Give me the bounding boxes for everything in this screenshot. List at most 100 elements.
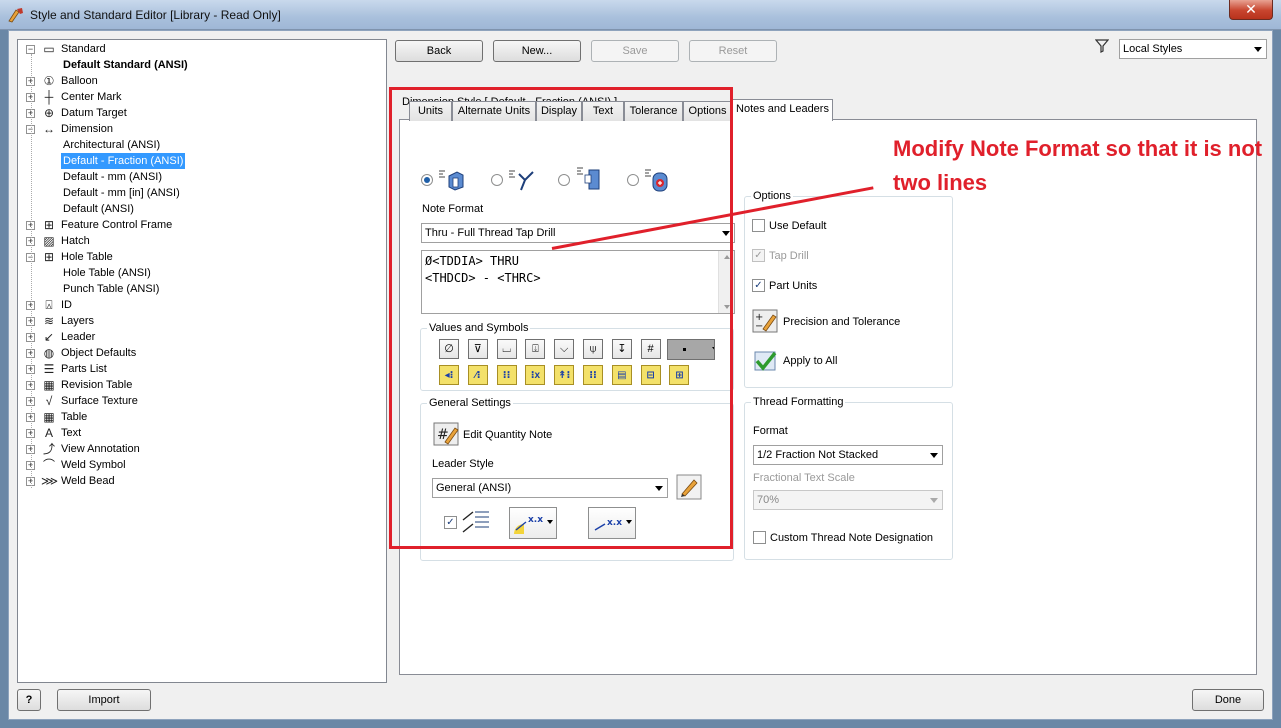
tree-item-label: Balloon — [61, 75, 98, 87]
fractional-scale-select[interactable]: 70% — [753, 490, 943, 510]
tab-notes-and-leaders[interactable]: Notes and Leaders — [732, 99, 833, 121]
tree-item-hole-table[interactable]: − ⊞ Hole Table — [18, 249, 386, 265]
tree-item-layers[interactable]: + ≋ Layers — [18, 313, 386, 329]
tree-item-label: Weld Symbol — [61, 459, 126, 471]
close-button[interactable]: ✕ — [1229, 0, 1273, 20]
text-icon: A — [44, 426, 53, 440]
new-button[interactable]: New... — [493, 40, 581, 62]
center-mark-icon: ┼ — [44, 90, 54, 104]
collapse-icon[interactable]: − — [26, 45, 35, 54]
fractional-scale-label: Fractional Text Scale — [753, 472, 855, 484]
tree-item-label: Architectural (ANSI) — [63, 139, 161, 151]
tree-item-default-standard-ansi[interactable]: Default Standard (ANSI) — [18, 57, 386, 73]
fractional-scale-value: 70% — [757, 494, 780, 506]
balloon-icon: ① — [43, 74, 55, 88]
tree-item-label: Text — [61, 427, 82, 439]
save-button[interactable]: Save — [591, 40, 679, 62]
revision-table-icon: ▦ — [43, 378, 55, 392]
surface-texture-icon: √ — [45, 394, 53, 408]
tree-item-dimension[interactable]: − ↔ Dimension — [18, 121, 386, 137]
tree-item-hatch[interactable]: + ▨ Hatch — [18, 233, 386, 249]
tree-item-center-mark[interactable]: + ┼ Center Mark — [18, 89, 386, 105]
thread-format-select[interactable]: 1/2 Fraction Not Stacked — [753, 445, 943, 465]
tree-item-parts-list[interactable]: + ☰ Parts List — [18, 361, 386, 377]
tree-item-label: Surface Texture — [61, 395, 138, 407]
tree-item-label: ID — [61, 299, 72, 311]
hatch-icon: ▨ — [43, 234, 55, 248]
tree-item-label: Datum Target — [61, 107, 127, 119]
tap-drill-checkbox[interactable] — [752, 249, 765, 262]
tree-item-view-annotation[interactable]: + ⤴ View Annotation — [18, 441, 386, 457]
feature-control-frame-icon: ⊞ — [43, 218, 55, 232]
tree-item-architectural-ansi[interactable]: Architectural (ANSI) — [18, 137, 386, 153]
object-defaults-icon: ◍ — [43, 346, 55, 360]
tree-item-weld-symbol[interactable]: + ⌒ Weld Symbol — [18, 457, 386, 473]
style-filter-select[interactable]: Local Styles — [1119, 39, 1267, 59]
tree-item-leader[interactable]: + ↙ Leader — [18, 329, 386, 345]
help-button[interactable]: ? — [17, 689, 41, 711]
svg-text:−: − — [755, 321, 763, 332]
tree-item-surface-texture[interactable]: + √ Surface Texture — [18, 393, 386, 409]
standard-icon: ▭ — [43, 42, 55, 56]
tree-item-label: Revision Table — [61, 379, 133, 391]
tree-item-text[interactable]: + A Text — [18, 425, 386, 441]
options-group: Options Use Default Tap Drill Part Units… — [744, 190, 953, 388]
tree-item-label: Punch Table (ANSI) — [63, 283, 160, 295]
tree-item-label: View Annotation — [61, 443, 140, 455]
tree-item-punch-table-ansi[interactable]: Punch Table (ANSI) — [18, 281, 386, 297]
format-label: Format — [753, 425, 788, 437]
dimension-icon: ↔ — [43, 122, 55, 136]
tree-item-default-ansi[interactable]: Default (ANSI) — [18, 201, 386, 217]
tree-item-object-defaults[interactable]: + ◍ Object Defaults — [18, 345, 386, 361]
part-units-checkbox[interactable] — [752, 279, 765, 292]
apply-to-all-label[interactable]: Apply to All — [783, 355, 837, 367]
tree-item-default-mm-in-ansi[interactable]: Default - mm [in] (ANSI) — [18, 185, 386, 201]
tree-item-id[interactable]: + ⍓ ID — [18, 297, 386, 313]
precision-tolerance-label[interactable]: Precision and Tolerance — [783, 316, 900, 328]
tree-item-label: Standard — [61, 43, 106, 55]
tree-connector-line — [31, 54, 32, 488]
tree-item-label: Hole Table (ANSI) — [63, 267, 151, 279]
use-default-checkbox[interactable] — [752, 219, 765, 232]
tree-item-label: Leader — [61, 331, 96, 343]
tree-item-standard[interactable]: − ▭ Standard — [18, 41, 386, 57]
thread-formatting-group: Thread Formatting Format 1/2 Fraction No… — [744, 396, 953, 560]
tree-item-default-mm-ansi[interactable]: Default - mm (ANSI) — [18, 169, 386, 185]
done-button[interactable]: Done — [1192, 689, 1264, 711]
tree-item-label: Layers — [61, 315, 95, 327]
tree-item-table[interactable]: + ▦ Table — [18, 409, 386, 425]
tree-item-revision-table[interactable]: + ▦ Revision Table — [18, 377, 386, 393]
view-annotation-icon: ⤴ — [42, 442, 55, 456]
use-default-label: Use Default — [769, 220, 827, 232]
tree-item-feature-control-frame[interactable]: + ⊞ Feature Control Frame — [18, 217, 386, 233]
apply-to-all-icon[interactable] — [752, 349, 778, 373]
annotation-text: Modify Note Format so that it is not two… — [893, 136, 1263, 195]
precision-tolerance-icon[interactable]: + − — [752, 309, 778, 333]
style-tree[interactable]: − ▭ Standard Default Standard (ANSI) + ① Ballo… — [17, 39, 387, 683]
tree-item-label: Feature Control Frame — [61, 219, 173, 231]
tap-drill-label: Tap Drill — [769, 250, 809, 262]
style-filter-value: Local Styles — [1123, 43, 1183, 55]
tree-item-hole-table-ansi[interactable]: Hole Table (ANSI) — [18, 265, 386, 281]
title-bar: Style and Standard Editor [Library - Rea… — [0, 0, 1281, 30]
tree-item-datum-target[interactable]: + ⊕ Datum Target — [18, 105, 386, 121]
custom-thread-checkbox[interactable] — [753, 531, 766, 544]
annotation-highlight-box — [389, 87, 733, 549]
custom-thread-label: Custom Thread Note Designation — [770, 532, 934, 544]
table-icon: ▦ — [43, 410, 55, 424]
filter-icon[interactable] — [1095, 39, 1109, 53]
reset-button[interactable]: Reset — [689, 40, 777, 62]
tree-item-balloon[interactable]: + ① Balloon — [18, 73, 386, 89]
thread-formatting-title: Thread Formatting — [751, 396, 846, 408]
app-icon — [8, 8, 23, 23]
tree-item-label: Dimension — [61, 123, 113, 135]
tree-item-label: Table — [61, 411, 88, 423]
tree-item-weld-bead[interactable]: + ⋙ Weld Bead — [18, 473, 386, 489]
tree-item-label: Hatch — [61, 235, 90, 247]
thread-format-value: 1/2 Fraction Not Stacked — [757, 449, 879, 461]
tree-item-label: Weld Bead — [61, 475, 115, 487]
tree-item-default-fraction-ansi[interactable]: Default - Fraction (ANSI) — [18, 153, 386, 169]
import-button[interactable]: Import — [57, 689, 151, 711]
tree-item-label: Hole Table — [61, 251, 113, 263]
back-button[interactable]: Back — [395, 40, 483, 62]
